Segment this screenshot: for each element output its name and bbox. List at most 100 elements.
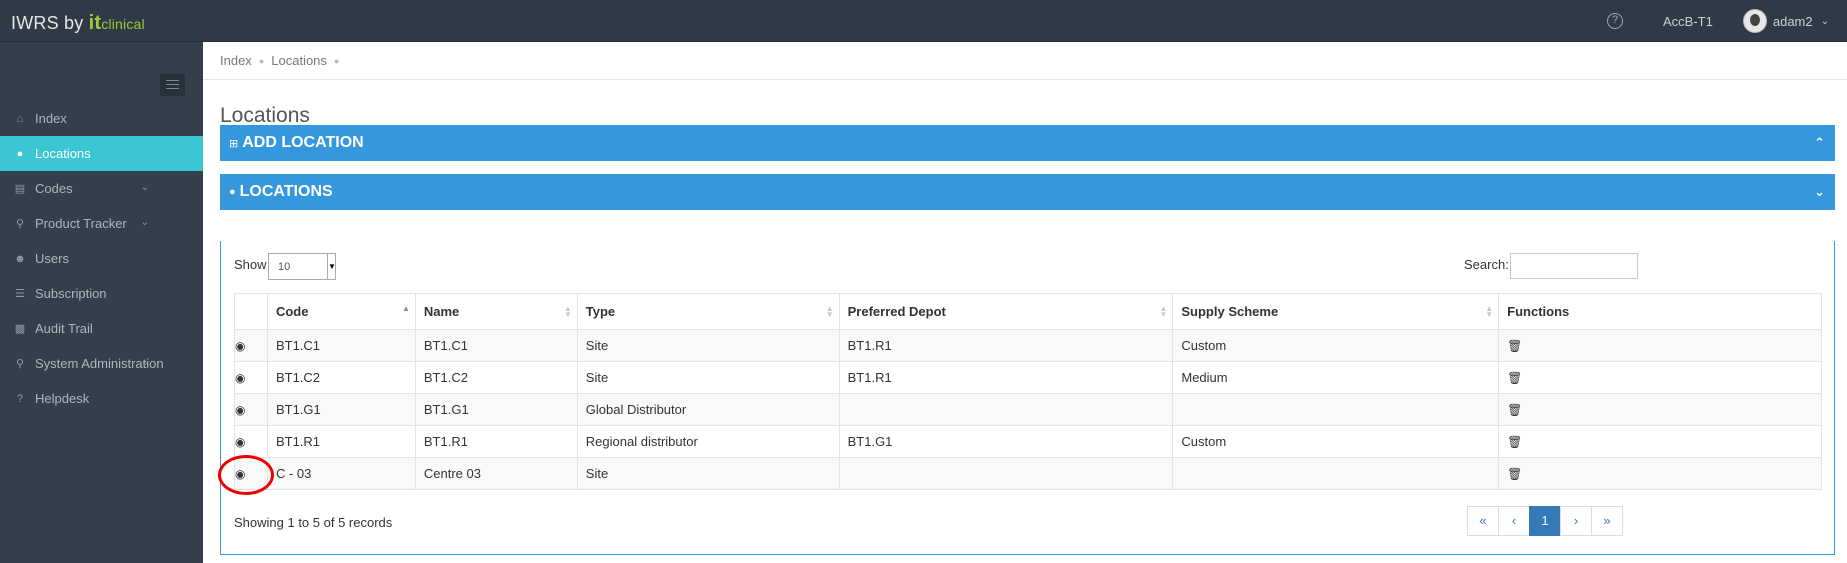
locations-panel-body: Show 10 ▼ Search: Code ▲ Name ▲ ▼ Type ▲ ▼ Pr… (220, 241, 1835, 555)
sidebar-item-codes[interactable]: ▤ Codes ⌄ (0, 171, 203, 206)
next-page-button[interactable]: › (1560, 506, 1592, 536)
project-selector[interactable]: AccB-T1 (1663, 14, 1713, 29)
sort-icon: ▲ ▼ (1485, 304, 1494, 319)
trash-icon[interactable]: 🗑 (1498, 329, 1822, 362)
add-location-panel-header[interactable]: ⊞ ADD LOCATION ⌃ (220, 125, 1835, 161)
cell-type: Regional distributor (576, 425, 840, 458)
sidebar-item-subscription[interactable]: ☰ Subscription (0, 276, 203, 311)
sort-asc-icon: ▲ (401, 304, 410, 313)
cell-type: Site (576, 329, 840, 362)
top-navbar: IWRS by itclinical ? AccB-T1 adam2 ⌄ (0, 0, 1847, 42)
sidebar-item-label: Helpdesk (35, 391, 90, 406)
table-row: ◉ BT1.C1 BT1.C1 Site BT1.R1 Custom 🗑 (234, 329, 1822, 362)
breadcrumb-item-index[interactable]: Index (220, 53, 252, 68)
avatar[interactable] (1742, 9, 1767, 33)
sidebar-item-system-administration[interactable]: ⚲ System Administration ⌄ (0, 346, 203, 381)
book-icon: ▩ (14, 322, 26, 335)
cell-name: BT1.C2 (414, 361, 578, 394)
brand-prefix: IWRS by (11, 13, 89, 33)
breadcrumb: Index ● Locations ● (203, 42, 1847, 80)
cell-code: BT1.R1 (266, 425, 416, 458)
trash-icon[interactable]: 🗑 (1498, 393, 1822, 426)
page-size-select[interactable]: 10 ▼ (268, 253, 336, 280)
sidebar-nav: ⌂ Index ● Locations ▤ Codes ⌄ ⚲ Product … (0, 101, 203, 416)
cell-name: BT1.R1 (414, 425, 578, 458)
chevron-up-icon[interactable]: ⌃ (1814, 135, 1825, 151)
column-header-view (234, 293, 268, 330)
locations-panel-header[interactable]: ● LOCATIONS ⌄ (220, 174, 1835, 210)
dropdown-caret-icon: ▼ (327, 254, 336, 279)
cell-type: Global Distributor (576, 393, 840, 426)
cell-preferred-depot (838, 457, 1174, 490)
column-header-preferred-depot[interactable]: Preferred Depot ▲ ▼ (838, 293, 1174, 330)
sort-icon: ▲ ▼ (1159, 304, 1168, 319)
cell-preferred-depot: BT1.R1 (838, 329, 1174, 362)
sidebar-item-label: Audit Trail (35, 321, 93, 336)
question-circle-icon[interactable]: ? (1607, 13, 1624, 29)
sidebar-item-label: Product Tracker (35, 216, 127, 231)
user-menu[interactable]: adam2 (1773, 14, 1813, 29)
sidebar-item-label: Locations (35, 146, 91, 161)
sidebar-item-index[interactable]: ⌂ Index (0, 101, 203, 136)
brand-it: it (88, 12, 102, 34)
cell-name: Centre 03 (414, 457, 578, 490)
eye-icon[interactable]: ◉ (234, 361, 268, 394)
plus-square-icon: ⊞ (229, 137, 239, 150)
main-content: Index ● Locations ● Locations ⊞ ADD LOCA… (203, 42, 1847, 563)
cell-supply-scheme: Medium (1172, 361, 1500, 394)
column-header-supply-scheme[interactable]: Supply Scheme ▲ ▼ (1172, 293, 1500, 330)
eye-icon[interactable]: ◉ (234, 329, 268, 362)
trash-icon[interactable]: 🗑 (1498, 425, 1822, 458)
cell-type: Site (576, 457, 840, 490)
eye-icon[interactable]: ◉ (234, 393, 268, 426)
last-page-button[interactable]: » (1591, 506, 1623, 536)
search-input[interactable] (1510, 253, 1638, 279)
pagination: « ‹ 1 › » (1467, 506, 1623, 536)
table-info: Showing 1 to 5 of 5 records (234, 515, 393, 530)
panel-title: ADD LOCATION (242, 134, 364, 151)
trash-icon[interactable]: 🗑 (1498, 361, 1822, 394)
cell-code: C - 03 (266, 457, 416, 490)
column-header-label: Preferred Depot (847, 304, 946, 319)
sidebar-item-users[interactable]: ☻ Users (0, 241, 203, 276)
cell-code: BT1.G1 (266, 393, 416, 426)
column-header-label: Supply Scheme (1181, 304, 1279, 319)
map-marker-icon: ⚲ (15, 217, 25, 230)
column-header-code[interactable]: Code ▲ (266, 293, 416, 330)
column-header-functions: Functions (1498, 293, 1822, 330)
sort-icon: ▲ ▼ (825, 304, 834, 319)
column-header-type[interactable]: Type ▲ ▼ (576, 293, 840, 330)
sidebar-item-locations[interactable]: ● Locations (0, 136, 203, 171)
question-icon: ? (16, 392, 24, 405)
chevron-down-icon[interactable]: ⌄ (1821, 16, 1829, 27)
sidebar-item-helpdesk[interactable]: ? Helpdesk (0, 381, 203, 416)
sidebar-item-product-tracker[interactable]: ⚲ Product Tracker ⌄ (0, 206, 203, 241)
page-1-button[interactable]: 1 (1529, 506, 1561, 536)
trash-icon[interactable]: 🗑 (1498, 457, 1822, 490)
search-label: Search: (1464, 257, 1509, 272)
cell-supply-scheme (1172, 393, 1500, 426)
users-icon: ☻ (14, 252, 26, 265)
chevron-down-icon: ⌄ (140, 217, 149, 228)
app-logo[interactable]: IWRS by itclinical (11, 12, 145, 35)
table-row: ◉ BT1.R1 BT1.R1 Regional distributor BT1… (234, 425, 1822, 458)
globe-icon: ● (16, 147, 24, 160)
eye-icon[interactable]: ◉ (234, 425, 268, 458)
sort-icon: ▲ ▼ (563, 304, 572, 319)
table-row: ◉ BT1.C2 BT1.C2 Site BT1.R1 Medium 🗑 (234, 361, 1822, 394)
sidebar-item-label: Codes (35, 181, 73, 196)
table-row: ◉ C - 03 Centre 03 Site 🗑 (234, 457, 1822, 490)
sidebar-toggle-button[interactable] (160, 74, 185, 96)
breadcrumb-item-locations[interactable]: Locations (271, 53, 327, 68)
chevron-down-icon[interactable]: ⌄ (1814, 184, 1825, 200)
chevron-down-icon: ⌄ (140, 357, 149, 368)
cell-name: BT1.C1 (414, 329, 578, 362)
previous-page-button[interactable]: ‹ (1498, 506, 1530, 536)
sidebar-item-audit-trail[interactable]: ▩ Audit Trail (0, 311, 203, 346)
first-page-button[interactable]: « (1467, 506, 1499, 536)
column-header-label: Functions (1507, 304, 1570, 319)
column-header-name[interactable]: Name ▲ ▼ (414, 293, 578, 330)
cell-supply-scheme (1172, 457, 1500, 490)
chevron-down-icon: ⌄ (140, 182, 149, 193)
sidebar-item-label: Index (35, 111, 67, 126)
